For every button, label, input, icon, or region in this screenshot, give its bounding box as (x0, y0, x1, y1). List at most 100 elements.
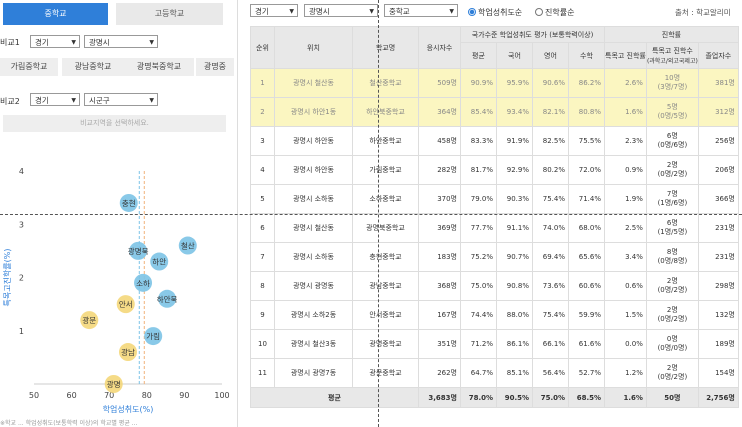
cell-korean: 90.8% (496, 271, 533, 301)
cell-math: 59.9% (568, 300, 605, 330)
th-achievement-group: 국가수준 학업성취도 평가 (보통학력이상) (460, 26, 605, 43)
cell-examinees: 351명 (418, 329, 461, 359)
data-point-label: 광명 (107, 379, 121, 389)
total-korean: 90.5% (496, 387, 533, 408)
table-row[interactable]: 11 광명시 광명7동 광문중학교 262명 64.7% 85.1% 56.4% 52.7% 1… (250, 358, 739, 388)
cell-korean: 91.1% (496, 213, 533, 243)
th-avg[interactable]: 평균 (460, 42, 497, 69)
total-avg: 78.0% (460, 387, 497, 408)
table-row[interactable]: 3 광명시 하안동 하안중학교 458명 83.3% 91.9% 82.5% 75.5% 2.3… (250, 126, 739, 156)
th-graduates[interactable]: 졸업자수 (697, 42, 739, 69)
cell-school[interactable]: 광명북중학교 (352, 213, 419, 243)
th-english[interactable]: 영어 (532, 42, 569, 69)
cell-count: 5명 (0명/5명) (645, 97, 699, 127)
th-location[interactable]: 위치 (274, 26, 353, 69)
table-row[interactable]: 5 광명시 소하동 소하중학교 370명 79.0% 90.3% 75.4% 71.4% 1.9… (250, 184, 739, 214)
cell-examinees: 282명 (418, 155, 461, 185)
cell-avg: 83.3% (460, 126, 497, 156)
cell-special-rate: 2.3% (604, 126, 647, 156)
cell-count: 2명 (0명/2명) (645, 271, 699, 301)
table-row[interactable]: 8 광명시 광명동 광남중학교 368명 75.0% 90.8% 73.6% 60.6% 0.6… (250, 271, 739, 301)
school-table: 순위 위치 학교명 응시자수 국가수준 학업성취도 평가 (보통학력이상) 진학… (250, 26, 739, 408)
chevron-down-icon: ▼ (71, 97, 76, 104)
cell-math: 52.7% (568, 358, 605, 388)
school-chip-garim[interactable]: 가림중학교 (0, 58, 58, 76)
th-math[interactable]: 수학 (568, 42, 605, 69)
cell-english: 75.4% (532, 300, 569, 330)
chevron-down-icon: ▼ (369, 8, 374, 15)
th-school[interactable]: 학교명 (352, 26, 419, 69)
cell-school[interactable]: 하안북중학교 (352, 97, 419, 127)
cell-examinees: 262명 (418, 358, 461, 388)
cell-korean: 90.3% (496, 184, 533, 214)
cell-count: 6명 (1명/5명) (645, 213, 699, 243)
school-chip-gwangnam[interactable]: 광남중학교 (62, 58, 124, 76)
compare2-city-select[interactable]: 시군구 ▼ (84, 93, 158, 106)
cell-graduates: 256명 (697, 126, 739, 156)
cell-korean: 92.9% (496, 155, 533, 185)
chevron-down-icon: ▼ (149, 39, 154, 46)
tab-middle-school[interactable]: 중학교 (3, 3, 108, 25)
th-korean[interactable]: 국어 (496, 42, 533, 69)
radio-admission[interactable]: 진학률순 (535, 7, 574, 18)
cell-school[interactable]: 가림중학교 (352, 155, 419, 185)
count-value: 6명 (666, 132, 678, 140)
crosshair-horizontal (0, 214, 742, 215)
cell-school[interactable]: 광문중학교 (352, 358, 419, 388)
cell-math: 80.8% (568, 97, 605, 127)
cell-location: 광명시 소하동 (274, 184, 353, 214)
tab-high-school[interactable]: 고등학교 (116, 3, 223, 25)
cell-school[interactable]: 하안중학교 (352, 126, 419, 156)
cell-examinees: 183명 (418, 242, 461, 272)
table-row[interactable]: 6 광명시 철산동 광명북중학교 369명 77.7% 91.1% 74.0% 68.0% 2.… (250, 213, 739, 243)
th-examinees[interactable]: 응시자수 (418, 26, 461, 69)
chevron-down-icon: ▼ (149, 97, 154, 104)
footnote: ※학교 ... 학업성취도(보통학력 이상)의 학교별 평균 ... (0, 420, 138, 427)
data-point-label: 광명북 (128, 246, 149, 256)
table-row[interactable]: 4 광명시 하안동 가림중학교 282명 81.7% 92.9% 80.2% 72.0% 0.9… (250, 155, 739, 185)
th-rank[interactable]: 순위 (250, 26, 275, 69)
compare1-province-select[interactable]: 경기 ▼ (30, 35, 80, 48)
level-select[interactable]: 중학교 ▼ (384, 4, 458, 17)
data-point-label: 안서 (119, 299, 133, 309)
total-count: 50명 (645, 387, 699, 408)
compare1-city-select[interactable]: 광명시 ▼ (84, 35, 158, 48)
cell-school[interactable]: 소하중학교 (352, 184, 419, 214)
cell-location: 광명시 철산3동 (274, 329, 353, 359)
th-special-count-label: 특목고 진학수 (651, 47, 693, 55)
table-row[interactable]: 7 광명시 소하동 충현중학교 183명 75.2% 90.7% 69.4% 65.6% 3.4… (250, 242, 739, 272)
cell-school[interactable]: 충현중학교 (352, 242, 419, 272)
count-sub-value: (0명/2명) (657, 315, 688, 323)
compare1-label: 비교1 (0, 38, 20, 47)
x-axis-label: 학업성취도(%) (103, 404, 154, 414)
cell-graduates: 189명 (697, 329, 739, 359)
cell-school[interactable]: 광남중학교 (352, 271, 419, 301)
cell-avg: 64.7% (460, 358, 497, 388)
table-row[interactable]: 2 광명시 하안1동 하안북중학교 364명 85.4% 93.4% 82.1% 80.8% 1… (250, 97, 739, 127)
count-value: 2명 (666, 161, 678, 169)
radio-achievement[interactable]: 학업성취도순 (468, 7, 522, 18)
school-chip-gwangmyeong[interactable]: 광명중 (196, 58, 234, 76)
source-note: 출처 : 학교알리미 (675, 8, 731, 17)
cell-school[interactable]: 광명중학교 (352, 329, 419, 359)
city-select[interactable]: 광명시 ▼ (304, 4, 378, 17)
province-select[interactable]: 경기 ▼ (250, 4, 298, 17)
radio-admission-label: 진학률순 (545, 8, 575, 17)
table-row[interactable]: 10 광명시 철산3동 광명중학교 351명 71.2% 86.1% 66.1% 61.6% 0… (250, 329, 739, 359)
cell-math: 72.0% (568, 155, 605, 185)
cell-examinees: 364명 (418, 97, 461, 127)
table-row[interactable]: 9 광명시 소하2동 안서중학교 167명 74.4% 88.0% 75.4% 59.9% 1.… (250, 300, 739, 330)
cell-count: 2명 (0명/2명) (645, 155, 699, 185)
y-tick-label: 1 (19, 327, 24, 336)
cell-examinees: 370명 (418, 184, 461, 214)
th-special-count[interactable]: 특목고 진학수 (과학고/외고국제고) (645, 42, 699, 69)
cell-rank: 1 (250, 68, 275, 98)
th-special-rate[interactable]: 특목고 진학률 (604, 42, 647, 69)
school-chip-gwangmyeongbuk[interactable]: 광명북중학교 (124, 58, 194, 76)
compare2-province-select[interactable]: 경기 ▼ (30, 93, 80, 106)
cell-english: 69.4% (532, 242, 569, 272)
cell-school[interactable]: 철산중학교 (352, 68, 419, 98)
cell-examinees: 509명 (418, 68, 461, 98)
cell-school[interactable]: 안서중학교 (352, 300, 419, 330)
table-row[interactable]: 1 광명시 철산동 철산중학교 509명 90.9% 95.9% 90.6% 86.2% 2.6… (250, 68, 739, 98)
